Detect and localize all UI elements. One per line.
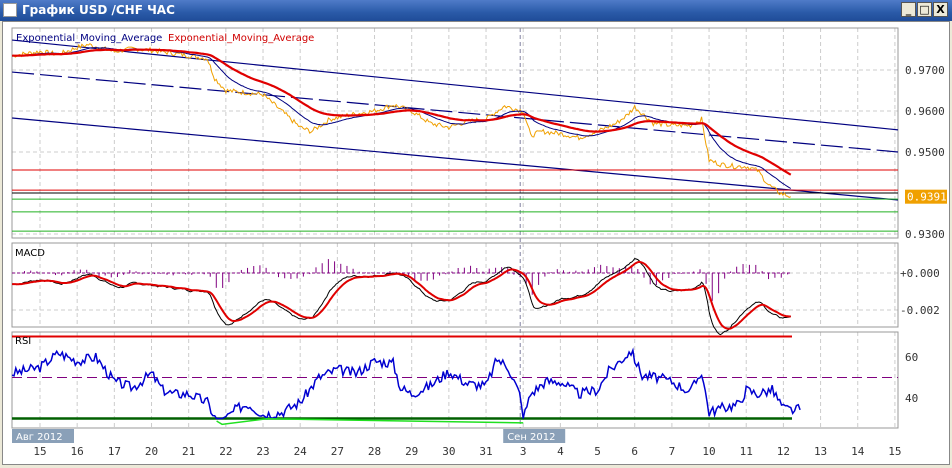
price-tick-label: 0.9300 [905, 228, 945, 241]
x-tick-label: 13 [814, 445, 827, 458]
current-price-label: 0.9391 [907, 191, 947, 204]
x-tick-label: 29 [405, 445, 418, 458]
macd-label: MACD [15, 248, 45, 259]
x-tick-label: 11 [740, 445, 753, 458]
legend-ema-slow: Exponential_Moving_Average [168, 33, 314, 44]
x-tick-label: 24 [294, 445, 308, 458]
x-tick-label: 10 [702, 445, 715, 458]
macd-signal-line [12, 260, 791, 330]
rsi-pane [11, 331, 899, 429]
x-tick-label: 15 [888, 445, 901, 458]
price-tick-label: 0.9600 [905, 105, 945, 118]
rsi-line [11, 347, 801, 420]
price-pane [11, 27, 899, 239]
ema-fast-line [12, 47, 792, 189]
month-label: Авг 2012 [16, 432, 63, 443]
x-tick-label: 21 [182, 445, 195, 458]
x-tick-label: 14 [851, 445, 865, 458]
x-tick-label: 15 [33, 445, 46, 458]
chart-area[interactable]: 0.9391 Exponential_Moving_Average Expone… [0, 0, 952, 468]
x-tick-label: 5 [594, 445, 601, 458]
x-tick-label: 17 [108, 445, 121, 458]
trend-channel-line [12, 39, 899, 131]
legend-ema-fast: Exponential_Moving_Average [16, 33, 162, 44]
x-tick-label: 27 [331, 445, 344, 458]
trend-channel-line [12, 71, 899, 153]
x-tick-label: 23 [256, 445, 269, 458]
macd-tick-label: -0.002 [900, 304, 940, 317]
x-tick-label: 30 [442, 445, 455, 458]
price-tick-label: 0.9700 [905, 64, 945, 77]
price-line [11, 43, 792, 198]
rsi-tick-label: 40 [905, 392, 918, 405]
rsi-tick-label: 60 [905, 351, 918, 364]
rsi-label: RSI [15, 336, 31, 347]
x-tick-label: 22 [219, 445, 232, 458]
x-tick-label: 3 [520, 445, 527, 458]
ema-slow-line [12, 48, 792, 176]
x-tick-label: 31 [479, 445, 492, 458]
x-tick-label: 12 [777, 445, 790, 458]
month-label: Сен 2012 [507, 432, 555, 443]
x-tick-label: 6 [631, 445, 638, 458]
macd-line [12, 258, 792, 336]
x-tick-label: 7 [669, 445, 676, 458]
x-tick-label: 4 [557, 445, 564, 458]
price-tick-label: 0.9500 [905, 146, 945, 159]
macd-tick-label: +0.000 [900, 267, 940, 280]
x-tick-label: 28 [368, 445, 381, 458]
x-tick-label: 20 [145, 445, 158, 458]
x-tick-label: 16 [71, 445, 84, 458]
